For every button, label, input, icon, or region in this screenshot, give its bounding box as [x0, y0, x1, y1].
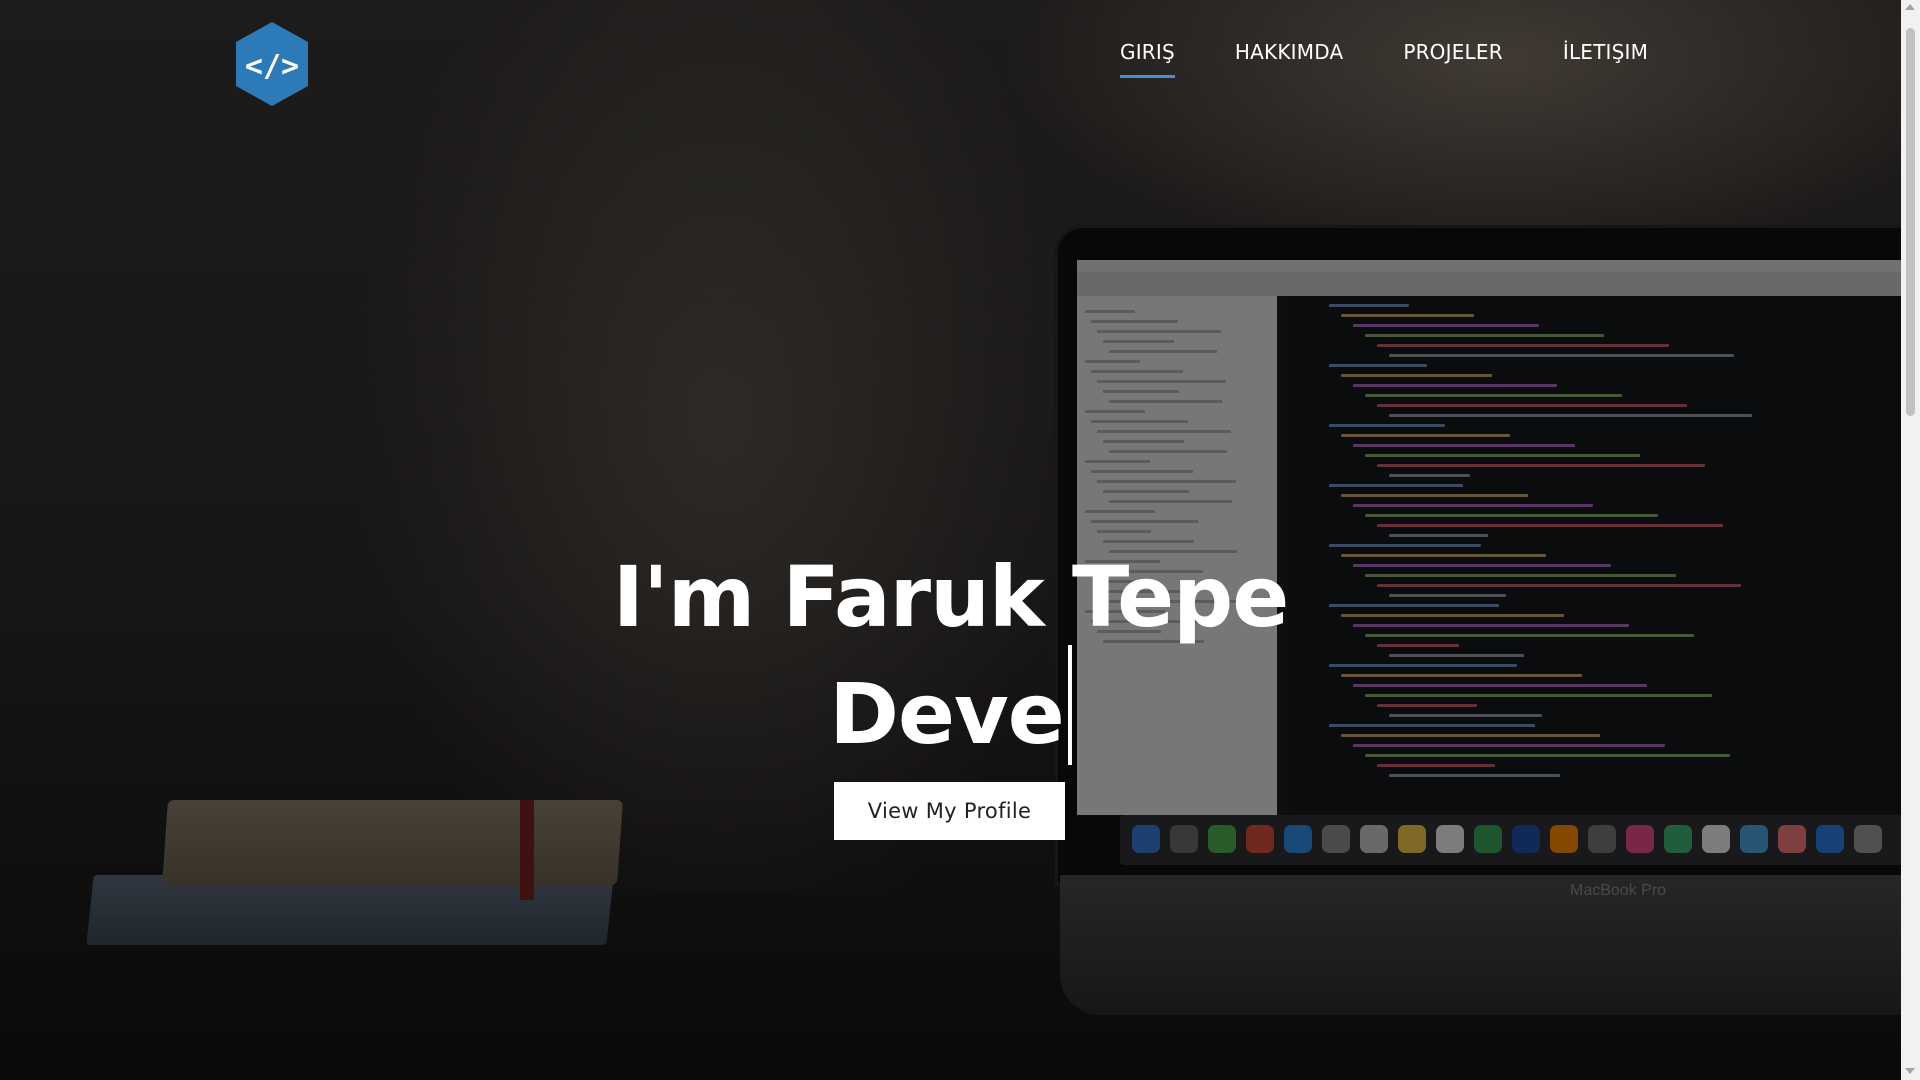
view-profile-button[interactable]: View My Profile [834, 782, 1065, 840]
hero-typed-line: Deve [0, 645, 1901, 765]
hero-dark-overlay [0, 0, 1901, 1080]
svg-text:</>: </> [245, 49, 299, 84]
nav-item-giris[interactable]: GIRIŞ [1120, 40, 1175, 78]
nav-item-projeler[interactable]: PROJELER [1403, 40, 1503, 78]
nav-item-iletisim[interactable]: İLETIŞIM [1563, 40, 1648, 78]
hero-section: MacBook Pro </> GIRIŞ HAKKIMDA PROJELER … [0, 0, 1901, 1080]
page-scrollbar[interactable] [1901, 0, 1920, 1080]
logo-link[interactable]: </> [233, 20, 311, 108]
hero-typed-text: Deve [829, 665, 1064, 763]
scrollbar-thumb[interactable] [1906, 28, 1915, 416]
hero-title: I'm Faruk Tepe [612, 548, 1289, 646]
code-brackets-icon: </> [236, 22, 308, 106]
scroll-down-arrow-icon[interactable] [1905, 1068, 1915, 1074]
main-nav: GIRIŞ HAKKIMDA PROJELER İLETIŞIM [1120, 40, 1708, 78]
nav-item-hakkimda[interactable]: HAKKIMDA [1235, 40, 1343, 78]
typing-cursor [1067, 645, 1072, 765]
scroll-up-arrow-icon[interactable] [1905, 4, 1915, 10]
